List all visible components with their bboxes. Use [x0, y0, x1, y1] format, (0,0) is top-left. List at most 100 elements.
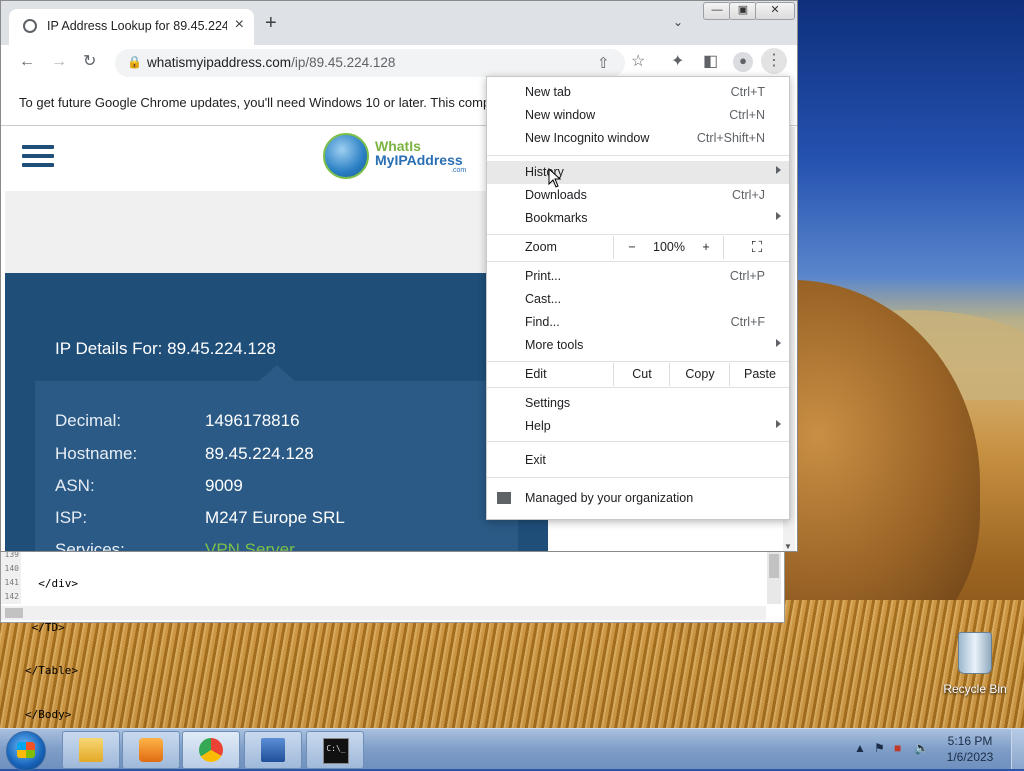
taskbar-cmd-button[interactable]: C:\_ [306, 731, 364, 769]
recycle-bin-label: Recycle Bin [943, 682, 1007, 696]
back-arrow-icon[interactable]: ← [19, 53, 35, 71]
taskbar-chrome-button[interactable] [182, 731, 240, 769]
detail-row-asn: ASN: 9009 [55, 476, 243, 495]
menu-item-new-incognito[interactable]: New Incognito window Ctrl+Shift+N [487, 127, 789, 150]
menu-item-new-window[interactable]: New window Ctrl+N [487, 104, 789, 127]
clock[interactable]: 5:16 PM 1/6/2023 [940, 733, 1000, 765]
taskbar: C:\_ ▲ ⚑ ■ 🔈 5:16 PM 1/6/2023 [0, 728, 1024, 771]
code-editor-window[interactable]: 139 140 141 142 </div> </TD> </Table> </… [0, 548, 785, 721]
menu-item-settings[interactable]: Settings [487, 392, 789, 415]
extensions-puzzle-icon[interactable]: ✦ [671, 53, 684, 71]
menu-separator [487, 155, 789, 156]
profile-avatar-icon[interactable]: ● [733, 52, 753, 72]
editor-horizontal-scrollbar[interactable] [1, 606, 766, 620]
scroll-thumb[interactable] [5, 608, 23, 618]
line-number: 141 [4, 578, 19, 587]
bookmark-star-icon[interactable]: ☆ [631, 53, 645, 71]
menu-separator [487, 234, 789, 235]
close-window-button[interactable]: ✕ [755, 2, 795, 20]
forward-arrow-icon[interactable]: → [51, 53, 67, 71]
menu-item-bookmarks[interactable]: Bookmarks [487, 207, 789, 230]
media-player-icon [139, 738, 163, 762]
volume-icon[interactable]: 🔈 [914, 741, 929, 755]
scroll-thumb[interactable] [769, 554, 779, 578]
tab-search-chevron-icon[interactable]: ⌄ [673, 15, 683, 29]
clock-date: 1/6/2023 [946, 750, 994, 764]
menu-item-cast[interactable]: Cast... [487, 288, 789, 311]
menu-item-managed[interactable]: Managed by your organization [487, 487, 789, 510]
cut-button[interactable]: Cut [613, 363, 670, 386]
panel-notch [259, 365, 295, 381]
reload-icon[interactable]: ↻ [83, 53, 96, 71]
fullscreen-icon[interactable]: ⛶ [723, 236, 790, 259]
side-panel-icon[interactable]: ◧ [703, 53, 718, 71]
address-bar[interactable]: 🔒 whatismyipaddress.com/ip/89.45.224.128… [115, 49, 625, 77]
menu-item-more-tools[interactable]: More tools [487, 334, 789, 357]
menu-item-history[interactable]: History [487, 161, 789, 184]
globe-icon [23, 19, 37, 33]
minimize-button[interactable]: — [703, 2, 731, 20]
paste-button[interactable]: Paste [729, 363, 790, 386]
menu-item-zoom: Zoom − 100% + ⛶ [487, 236, 789, 259]
menu-item-find[interactable]: Find... Ctrl+F [487, 311, 789, 334]
zoom-level: 100% [653, 240, 685, 254]
menu-item-exit[interactable]: Exit [487, 449, 789, 472]
zoom-out-button[interactable]: − [613, 236, 650, 259]
detail-row-hostname: Hostname: 89.45.224.128 [55, 444, 314, 463]
recycle-bin-shortcut[interactable]: Recycle Bin [940, 628, 1010, 702]
ip-details-heading: IP Details For: 89.45.224.128 [55, 339, 276, 358]
submenu-arrow-icon [776, 339, 781, 347]
folder-icon [79, 738, 103, 762]
hamburger-menu-icon[interactable] [22, 145, 54, 169]
menu-separator [487, 477, 789, 478]
menu-item-print[interactable]: Print... Ctrl+P [487, 265, 789, 288]
code-line: </Body> [25, 707, 72, 721]
maximize-button[interactable]: ▣ [729, 2, 757, 20]
recycle-bin-icon [958, 632, 992, 674]
code-text[interactable]: </div> </TD> </Table> </Body> [25, 548, 78, 751]
editor-vertical-scrollbar[interactable] [767, 548, 781, 604]
chrome-icon [199, 738, 223, 762]
menu-separator [487, 361, 789, 362]
menu-item-new-tab[interactable]: New tab Ctrl+T [487, 81, 789, 104]
submenu-arrow-icon [776, 212, 781, 220]
network-status-icon[interactable]: ■ [894, 741, 901, 755]
chrome-main-menu: New tab Ctrl+T New window Ctrl+N New Incog… [486, 76, 790, 520]
show-desktop-button[interactable] [1011, 729, 1024, 769]
logo-globe-icon [323, 133, 369, 179]
lock-icon[interactable]: 🔒 [127, 55, 142, 69]
zoom-in-button[interactable]: + [689, 236, 723, 259]
scroll-down-arrow-icon[interactable]: ▼ [784, 542, 792, 551]
site-logo[interactable]: WhatIs MyIPAddress .com [323, 131, 473, 185]
menu-item-help[interactable]: Help [487, 415, 789, 438]
new-tab-button[interactable]: + [265, 13, 277, 33]
action-center-icon[interactable]: ⚑ [874, 741, 885, 755]
detail-row-decimal: Decimal: 1496178816 [55, 411, 300, 430]
network-computer-icon [261, 738, 285, 762]
logo-text-line1: WhatIs [375, 138, 421, 154]
url-text[interactable]: whatismyipaddress.com/ip/89.45.224.128 [147, 55, 395, 70]
clock-time: 5:16 PM [947, 734, 993, 748]
mouse-cursor-icon [548, 168, 562, 188]
close-tab-icon[interactable]: × [235, 16, 244, 34]
system-tray: ▲ ⚑ ■ 🔈 5:16 PM 1/6/2023 [844, 729, 1024, 769]
code-line: </Table> [25, 664, 78, 677]
taskbar-network-button[interactable] [244, 731, 302, 769]
menu-kebab-icon[interactable]: ⋮ [761, 48, 787, 74]
browser-tab[interactable]: IP Address Lookup for 89.45.224.128 × [9, 9, 254, 45]
menu-item-downloads[interactable]: Downloads Ctrl+J [487, 184, 789, 207]
copy-button[interactable]: Copy [669, 363, 730, 386]
start-button[interactable] [6, 731, 46, 771]
tab-title: IP Address Lookup for 89.45.224.128 [47, 19, 227, 33]
url-path: /ip/89.45.224.128 [291, 55, 396, 70]
taskbar-explorer-button[interactable] [62, 731, 120, 769]
tab-strip: IP Address Lookup for 89.45.224.128 × + … [1, 1, 797, 45]
line-number: 142 [4, 592, 19, 601]
code-line: </TD> [25, 620, 65, 634]
ip-details-panel: IP Details For: 89.45.224.128 Decimal: 14… [5, 273, 548, 551]
submenu-arrow-icon [776, 420, 781, 428]
share-icon[interactable]: ⇧ [597, 54, 610, 72]
show-hidden-icons-icon[interactable]: ▲ [854, 741, 866, 755]
logo-text-suffix: .com [451, 167, 467, 174]
taskbar-media-player-button[interactable] [122, 731, 180, 769]
